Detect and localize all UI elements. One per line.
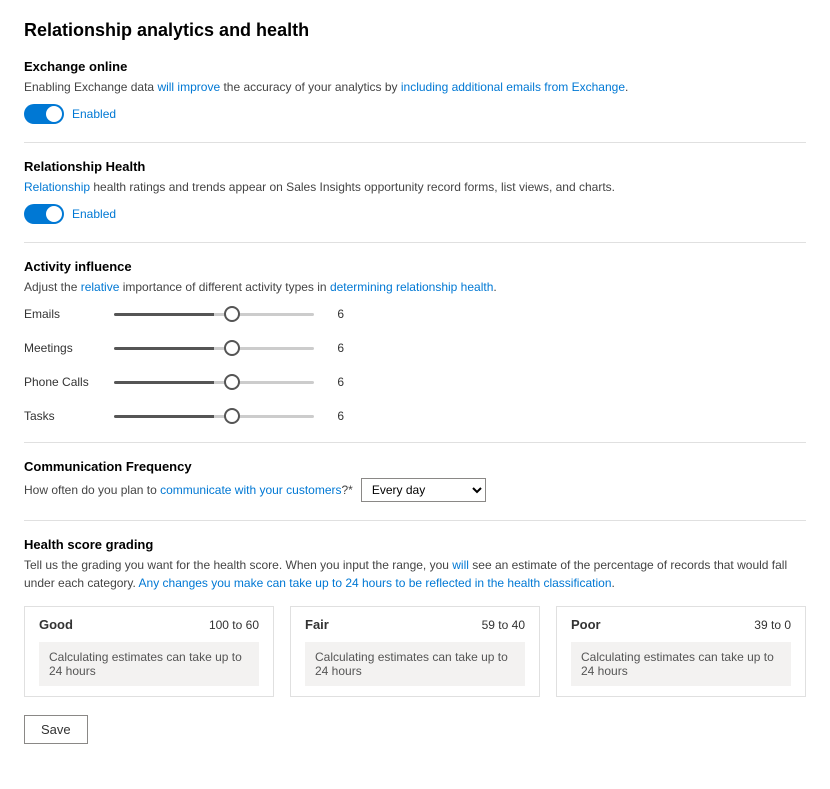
divider-2 [24,242,806,243]
grade-card-poor-header: Poor 39 to 0 [571,617,791,632]
health-score-grading-description: Tell us the grading you want for the hea… [24,556,806,592]
slider-tasks[interactable] [114,415,314,418]
grade-fair-range: 59 to 40 [482,618,525,632]
slider-row-meetings: Meetings 6 [24,338,806,358]
activity-influence-heading: Activity influence [24,259,806,274]
slider-container-emails [114,304,314,324]
slider-emails[interactable] [114,313,314,316]
divider-3 [24,442,806,443]
relationship-health-toggle[interactable] [24,204,64,224]
exchange-online-section: Exchange online Enabling Exchange data w… [24,59,806,124]
page-title: Relationship analytics and health [24,20,806,41]
health-score-grading-section: Health score grading Tell us the grading… [24,537,806,697]
slider-value-meetings: 6 [324,341,344,355]
activity-influence-description: Adjust the relative importance of differ… [24,278,806,296]
grade-poor-label: Poor [571,617,601,632]
communication-frequency-select[interactable]: Every day Every week Every two weeks Eve… [361,478,486,502]
exchange-online-toggle-row: Enabled [24,104,806,124]
grade-poor-range: 39 to 0 [754,618,791,632]
activity-influence-section: Activity influence Adjust the relative i… [24,259,806,426]
slider-row-phone-calls: Phone Calls 6 [24,372,806,392]
slider-label-meetings: Meetings [24,341,114,355]
exchange-online-toggle-label: Enabled [72,107,116,121]
communicate-link: communicate with your customers [160,483,341,497]
save-section: Save [24,715,806,744]
grade-good-estimate: Calculating estimates can take up to 24 … [49,650,242,678]
relationship-health-heading: Relationship Health [24,159,806,174]
activity-link-relative: relative [81,280,120,294]
relationship-health-section: Relationship Health Relationship health … [24,159,806,224]
slider-value-tasks: 6 [324,409,344,423]
grade-fair-label: Fair [305,617,329,632]
grade-card-good-header: Good 100 to 60 [39,617,259,632]
grade-card-good: Good 100 to 60 Calculating estimates can… [24,606,274,697]
grade-card-fair-header: Fair 59 to 40 [305,617,525,632]
save-button[interactable]: Save [24,715,88,744]
communication-frequency-row: How often do you plan to communicate wit… [24,478,806,502]
slider-value-emails: 6 [324,307,344,321]
exchange-link-improve: will improve [157,80,220,94]
communication-frequency-section: Communication Frequency How often do you… [24,459,806,502]
slider-row-tasks: Tasks 6 [24,406,806,426]
slider-phone-calls[interactable] [114,381,314,384]
grade-card-poor: Poor 39 to 0 Calculating estimates can t… [556,606,806,697]
relationship-link: Relationship [24,180,90,194]
exchange-online-description: Enabling Exchange data will improve the … [24,78,806,96]
slider-meetings[interactable] [114,347,314,350]
divider-4 [24,520,806,521]
slider-label-emails: Emails [24,307,114,321]
grade-poor-estimate: Calculating estimates can take up to 24 … [581,650,774,678]
relationship-health-toggle-label: Enabled [72,207,116,221]
grade-poor-body: Calculating estimates can take up to 24 … [571,642,791,686]
slider-container-tasks [114,406,314,426]
slider-container-meetings [114,338,314,358]
grade-good-label: Good [39,617,73,632]
communication-frequency-question: How often do you plan to communicate wit… [24,483,353,497]
grade-card-fair: Fair 59 to 40 Calculating estimates can … [290,606,540,697]
grade-fair-estimate: Calculating estimates can take up to 24 … [315,650,508,678]
relationship-health-toggle-row: Enabled [24,204,806,224]
grade-good-range: 100 to 60 [209,618,259,632]
slider-container-phone-calls [114,372,314,392]
changes-link: Any changes you make can take up to 24 h… [139,576,612,590]
exchange-link-including: including additional emails from Exchang… [401,80,625,94]
exchange-online-toggle[interactable] [24,104,64,124]
communication-frequency-heading: Communication Frequency [24,459,806,474]
health-score-grading-heading: Health score grading [24,537,806,552]
divider-1 [24,142,806,143]
activity-link-determining: determining relationship health [330,280,493,294]
slider-value-phone-calls: 6 [324,375,344,389]
exchange-online-heading: Exchange online [24,59,806,74]
grade-cards: Good 100 to 60 Calculating estimates can… [24,606,806,697]
slider-label-tasks: Tasks [24,409,114,423]
slider-row-emails: Emails 6 [24,304,806,324]
will-link: will [452,558,469,572]
grade-fair-body: Calculating estimates can take up to 24 … [305,642,525,686]
grade-good-body: Calculating estimates can take up to 24 … [39,642,259,686]
relationship-health-description: Relationship health ratings and trends a… [24,178,806,196]
slider-label-phone-calls: Phone Calls [24,375,114,389]
